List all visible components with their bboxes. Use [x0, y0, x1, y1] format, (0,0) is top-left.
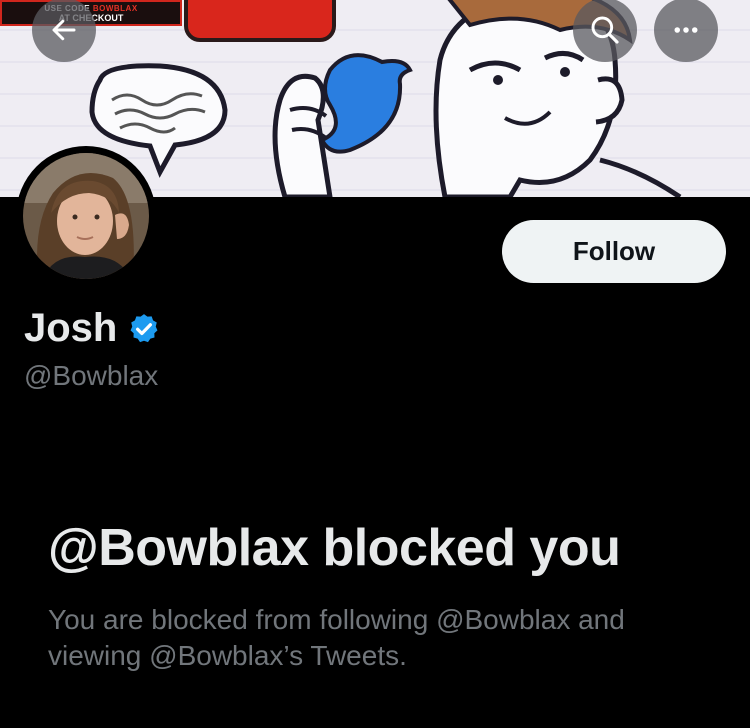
- display-name-row: Josh: [24, 306, 161, 351]
- profile-photo: [23, 153, 149, 279]
- search-icon: [591, 16, 619, 44]
- follow-button[interactable]: Follow: [502, 220, 726, 283]
- more-horizontal-icon: [674, 27, 698, 33]
- verified-badge-icon: [130, 313, 158, 342]
- back-button[interactable]: [32, 0, 96, 62]
- search-button[interactable]: [573, 0, 637, 62]
- more-options-button[interactable]: [654, 0, 718, 62]
- arrow-left-icon: [52, 19, 76, 41]
- display-name: Josh: [24, 306, 118, 350]
- avatar[interactable]: [16, 146, 156, 286]
- blocked-title: @Bowblax blocked you: [48, 519, 621, 577]
- blocked-description: You are blocked from following @Bowblax …: [48, 604, 625, 671]
- profile-handle: @Bowblax: [24, 360, 159, 391]
